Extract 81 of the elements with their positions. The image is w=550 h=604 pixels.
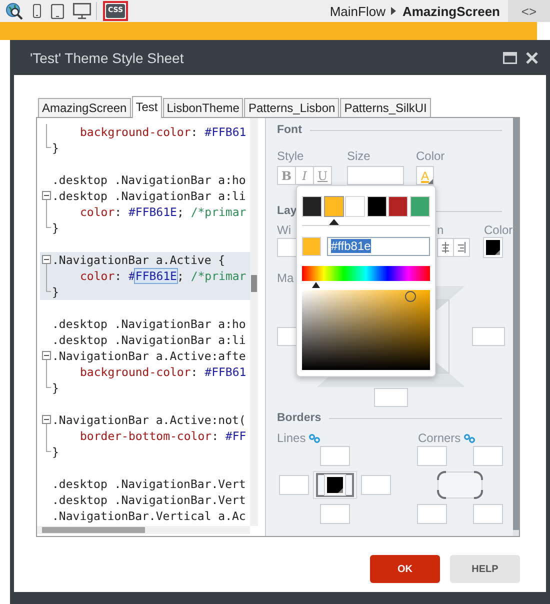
help-button[interactable]: HELP — [450, 555, 520, 583]
code-line: background-color: #FFB61 — [79, 124, 248, 140]
tab[interactable]: Patterns_Lisbon — [244, 98, 340, 117]
tab[interactable]: Test — [132, 96, 162, 118]
hue-slider[interactable] — [302, 266, 430, 290]
vertical-scrollbar[interactable] — [250, 118, 258, 526]
collapse-icon[interactable] — [42, 351, 51, 360]
align-right-button[interactable] — [453, 238, 470, 257]
code-line: } — [52, 444, 60, 460]
code-line: .desktop .NavigationBar a:ho — [52, 172, 247, 188]
border-bottom-field[interactable] — [320, 504, 350, 524]
hue-thumb-icon[interactable] — [312, 282, 320, 288]
field-label: Lines — [277, 431, 306, 445]
border-right-field[interactable] — [361, 475, 391, 495]
code-line: .NavigationBar a.Active:not( — [52, 412, 247, 428]
field-label: Color — [484, 223, 513, 237]
breadcrumb-current: AmazingScreen — [402, 4, 500, 18]
horizontal-scrollbar[interactable] — [37, 526, 250, 534]
rounded-corners-icon — [437, 471, 483, 499]
corner-radius-field[interactable] — [417, 446, 447, 466]
tablet-icon[interactable] — [51, 4, 64, 18]
picker-handle[interactable] — [405, 291, 416, 302]
color-picker-popup[interactable]: #ffb81e — [296, 185, 436, 377]
phone-icon[interactable] — [33, 4, 41, 18]
field-label: Color — [416, 149, 446, 163]
code-toggle-button[interactable]: <> — [508, 0, 550, 22]
code-line: .desktop .NavigationBar.Vert — [52, 476, 247, 492]
section-title: Lay — [277, 205, 297, 217]
code-line: color: #FFB61E; /*primar — [79, 204, 248, 220]
field-label: Ma — [277, 271, 294, 285]
corner-radius-field[interactable] — [473, 446, 503, 466]
tab[interactable]: LisbonTheme — [162, 98, 244, 117]
code-line: .NavigationBar.Vertical a.Ac — [52, 508, 247, 524]
saturation-value-picker[interactable] — [302, 290, 430, 370]
close-icon[interactable] — [526, 52, 538, 64]
align-center-icon — [441, 242, 450, 253]
code-line: .desktop .NavigationBar a:li — [52, 188, 247, 204]
collapse-icon[interactable] — [42, 191, 51, 200]
section-title: Font — [277, 124, 302, 136]
size-field[interactable] — [347, 166, 404, 185]
breadcrumb-link[interactable]: MainFlow — [330, 4, 386, 18]
field-label: Style — [277, 149, 305, 163]
margin-right-field[interactable] — [472, 327, 505, 346]
collapse-icon[interactable] — [42, 415, 51, 424]
link-icon[interactable] — [464, 434, 475, 442]
selection-marker-icon — [328, 219, 339, 225]
tab[interactable]: Patterns_SilkUI — [340, 98, 431, 117]
code-line: } — [52, 140, 60, 156]
field-label: n — [437, 223, 445, 237]
code-line: border-bottom-color: #FF — [79, 428, 248, 444]
ok-button[interactable]: OK — [370, 555, 440, 583]
code-line: } — [52, 220, 60, 236]
collapse-icon[interactable] — [42, 255, 51, 264]
corner-radius-field[interactable] — [473, 504, 503, 524]
vertical-scrollbar[interactable] — [513, 118, 519, 536]
align-right-icon — [457, 242, 466, 253]
code-line: } — [52, 380, 60, 396]
code-line: .desktop .NavigationBar a:ho — [52, 316, 247, 332]
margin-bottom-field[interactable] — [374, 388, 408, 406]
code-line: .NavigationBar a.Active:afte — [52, 348, 247, 364]
field-label: Size — [347, 149, 372, 163]
section-title: Borders — [277, 412, 322, 424]
caret-icon — [391, 7, 396, 15]
code-line: .desktop .NavigationBar a:li — [52, 332, 247, 348]
border-side-selector[interactable] — [313, 471, 357, 499]
code-line: .desktop .NavigationBar.Vert — [52, 492, 247, 508]
hex-input-field[interactable]: #ffb81e — [327, 237, 430, 256]
globe-search-icon[interactable] — [5, 2, 23, 20]
code-line: background-color: #FFB61 — [79, 364, 248, 380]
window-title: 'Test' Theme Style Sheet — [30, 50, 184, 66]
tab[interactable]: AmazingScreen — [38, 98, 131, 117]
field-label: Corners — [418, 431, 461, 445]
color-swatch[interactable] — [324, 196, 344, 217]
monitor-icon[interactable] — [73, 3, 91, 19]
maximize-icon[interactable] — [503, 52, 517, 64]
corner-radius-field[interactable] — [417, 504, 447, 524]
align-center-button[interactable] — [437, 238, 454, 257]
border-left-field[interactable] — [279, 475, 309, 495]
link-icon[interactable] — [308, 434, 320, 442]
field-label: Wi — [277, 223, 292, 237]
border-top-field[interactable] — [320, 446, 350, 466]
